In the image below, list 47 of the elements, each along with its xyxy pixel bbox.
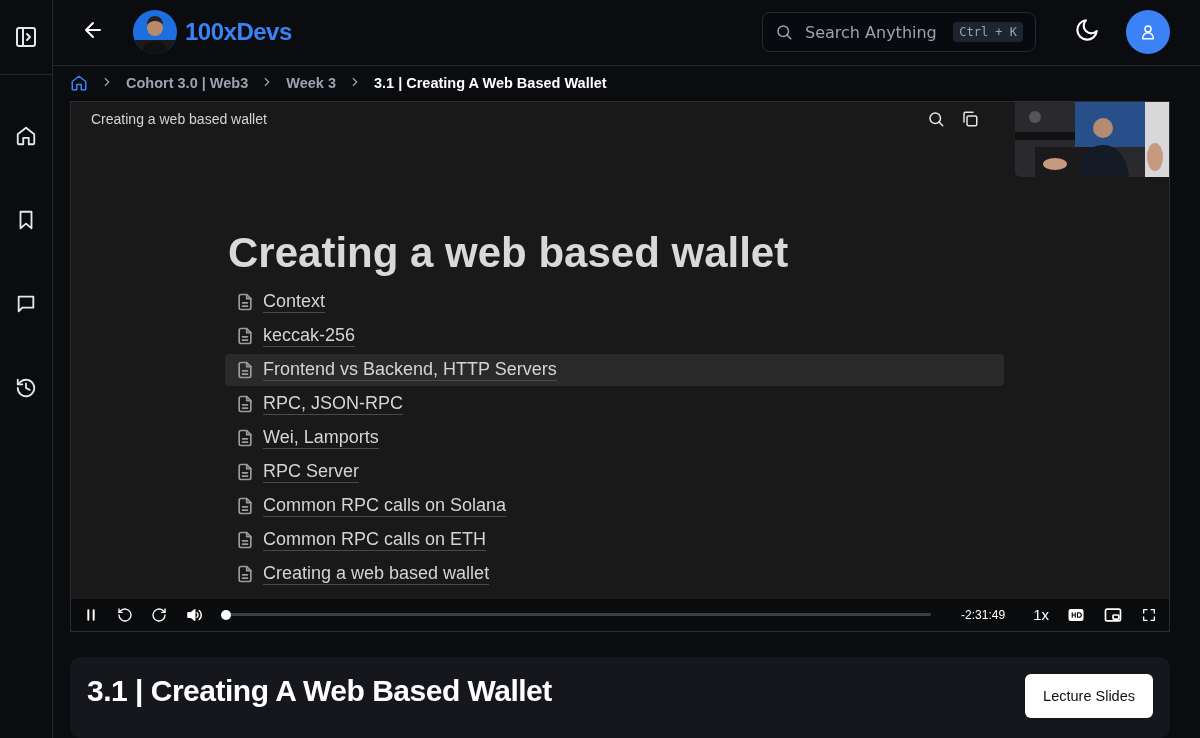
brand-name[interactable]: 100xDevs [185,18,292,47]
user-icon [1139,23,1157,42]
chat-icon[interactable] [15,293,37,315]
document-icon [235,291,255,312]
page-link-row[interactable]: RPC, JSON-RPC [225,387,1004,420]
document-icon [235,461,255,482]
document-icon [235,325,255,346]
document-icon [235,359,255,380]
page-link-row[interactable]: Common RPC calls on Solana [225,489,1004,522]
page-link-row[interactable]: Frontend vs Backend, HTTP Servers [225,353,1004,386]
user-avatar-button[interactable] [1126,10,1170,55]
time-remaining: -2:31:49 [961,607,1006,622]
progress-track[interactable] [231,613,932,617]
lecture-slides-button[interactable]: Lecture Slides [1025,673,1153,718]
video-player[interactable] [70,100,1170,632]
document-icon [235,563,255,584]
page-heading: Creating a web based wallet [228,227,790,278]
search-field[interactable]: Search Anything Ctrl + K [762,12,1036,53]
search-icon[interactable] [927,109,945,128]
page-title: Creating a web based wallet [91,110,268,127]
breadcrumb-link[interactable]: Cohort 3.0 | Web3 [126,75,249,92]
speed-button[interactable]: 1x [1033,606,1049,624]
search-input[interactable]: Search Anything [803,21,944,43]
fullscreen-icon[interactable] [1141,606,1157,623]
page-link-row[interactable]: Creating a web based wallet [225,557,1004,590]
document-icon [235,495,255,516]
document-icon [235,427,255,448]
history-icon[interactable] [15,377,37,399]
page-link-row[interactable]: RPC Server [225,455,1004,488]
document-icon [235,393,255,414]
document-icon [235,529,255,550]
page-link-row[interactable]: keccak-256 [225,319,1004,352]
copy-icon[interactable] [961,109,979,128]
forward-icon[interactable] [151,606,167,623]
moon-icon[interactable] [1074,17,1100,44]
page-link-row[interactable]: Wei, Lamports [225,421,1004,454]
home-icon[interactable] [15,125,37,147]
sidebar-toggle-icon[interactable] [14,25,38,49]
search-icon [775,23,793,42]
lecture-title: 3.1 | Creating A Web Based Wallet [87,673,553,708]
page-link-row[interactable]: Common RPC calls on ETH [225,523,1004,556]
rewind-icon[interactable] [117,606,133,623]
page-link-row[interactable]: Context [225,285,1004,318]
shortcut-badge: Ctrl + K [953,22,1023,43]
breadcrumb-link[interactable]: 3.1 | Creating A Web Based Wallet [373,75,607,92]
breadcrumb-link[interactable]: Week 3 [286,75,336,92]
progress-thumb[interactable] [221,609,231,620]
